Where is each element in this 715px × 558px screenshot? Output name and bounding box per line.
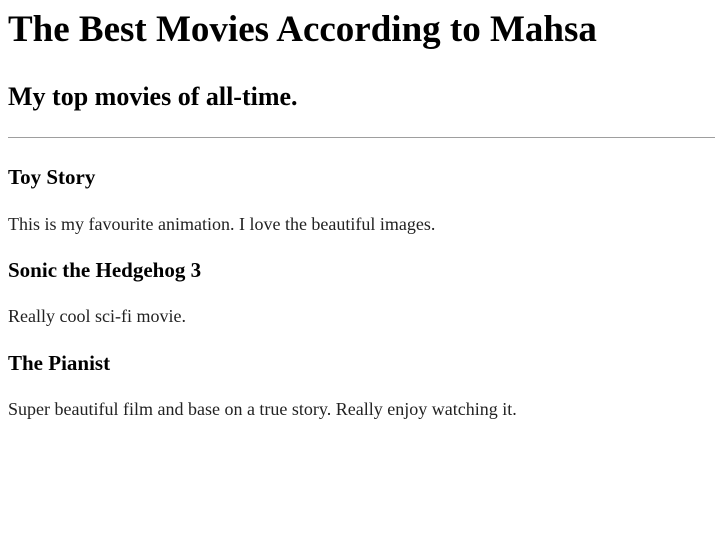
page-title: The Best Movies According to Mahsa	[8, 9, 597, 50]
movie-title: Sonic the Hedgehog 3	[8, 258, 202, 283]
page-subtitle: My top movies of all-time.	[8, 81, 298, 111]
movie-item-sonic: Sonic the Hedgehog 3 Really cool sci-fi …	[8, 258, 707, 328]
divider	[8, 137, 715, 139]
movie-description: This is my favourite animation. I love t…	[8, 213, 436, 234]
movie-title: Toy Story	[8, 165, 96, 190]
movie-description: Really cool sci-fi movie.	[8, 306, 186, 327]
movie-item-the-pianist: The Pianist Super beautiful film and bas…	[8, 351, 707, 421]
movie-description: Super beautiful film and base on a true …	[8, 399, 517, 420]
movie-title: The Pianist	[8, 351, 111, 375]
movie-item-toy-story: Toy Story This is my favourite animation…	[8, 165, 707, 235]
movie-list: Toy Story This is my favourite animation…	[8, 165, 707, 420]
